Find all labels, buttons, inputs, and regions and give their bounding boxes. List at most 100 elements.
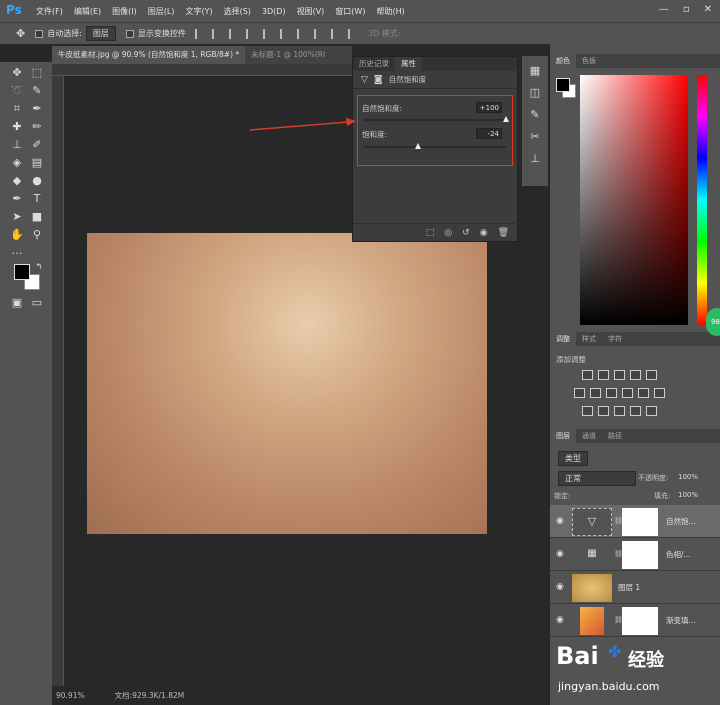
levels-icon[interactable] bbox=[598, 370, 609, 380]
tab-channels[interactable]: 通道 bbox=[576, 429, 602, 443]
curves-icon[interactable] bbox=[614, 370, 625, 380]
more-tools-icon[interactable]: … bbox=[10, 244, 24, 258]
tab-adjustments[interactable]: 调整 bbox=[550, 332, 576, 346]
auto-select-dropdown[interactable]: 图层 bbox=[85, 26, 116, 41]
vibrance-value[interactable]: +100 bbox=[476, 102, 502, 113]
kraft-paper-canvas[interactable] bbox=[87, 233, 487, 534]
swap-colors-icon[interactable]: ↰ bbox=[32, 260, 46, 274]
marquee-tool-icon[interactable]: ⬚ bbox=[30, 66, 44, 80]
menu-select[interactable]: 选择(S) bbox=[224, 6, 251, 17]
tab-paths[interactable]: 路径 bbox=[602, 429, 628, 443]
pen-tool-icon[interactable]: ✒ bbox=[10, 192, 24, 206]
brush-tool-icon[interactable]: ✏ bbox=[30, 120, 44, 134]
distribute-icon[interactable] bbox=[296, 28, 305, 39]
menu-help[interactable]: 帮助(H) bbox=[376, 6, 404, 17]
screen-mode-icon[interactable]: ▭ bbox=[30, 296, 44, 310]
layer-mask-thumb[interactable] bbox=[622, 541, 658, 569]
layer-filter-dropdown[interactable]: 类型 bbox=[558, 451, 588, 466]
foreground-color-swatch[interactable] bbox=[556, 78, 570, 92]
align-left-icon[interactable] bbox=[194, 28, 203, 39]
show-transform-checkbox[interactable] bbox=[125, 29, 134, 38]
hue-slider[interactable] bbox=[697, 75, 707, 325]
eye-icon[interactable]: ◉ bbox=[556, 582, 564, 592]
black-white-icon[interactable] bbox=[606, 388, 617, 398]
menu-type[interactable]: 文字(Y) bbox=[185, 6, 212, 17]
crop-tool-icon[interactable]: ⌗ bbox=[10, 102, 24, 116]
menu-edit[interactable]: 编辑(E) bbox=[74, 6, 101, 17]
vibrance-adj-icon[interactable] bbox=[646, 370, 657, 380]
layer-mask-thumb[interactable] bbox=[622, 607, 658, 635]
layer-row-image[interactable]: ◉ 图层 1 bbox=[550, 571, 720, 604]
auto-select-checkbox[interactable] bbox=[35, 29, 44, 38]
channel-mixer-icon[interactable] bbox=[638, 388, 649, 398]
tab-history[interactable]: 历史记录 bbox=[353, 57, 395, 71]
eye-icon[interactable]: ◉ bbox=[556, 549, 564, 559]
quick-mask-icon[interactable]: ▣ bbox=[10, 296, 24, 310]
layer-mask-thumb[interactable] bbox=[622, 508, 658, 536]
menu-layer[interactable]: 图层(L) bbox=[148, 6, 175, 17]
maximize-icon[interactable]: ▫ bbox=[683, 4, 690, 15]
tab-layers[interactable]: 图层 bbox=[550, 429, 576, 443]
tab-swatches[interactable]: 色板 bbox=[576, 54, 602, 68]
tool-presets-icon[interactable]: ✂ bbox=[528, 130, 542, 144]
menu-file[interactable]: 文件(F) bbox=[36, 6, 63, 17]
align-top-icon[interactable] bbox=[245, 28, 254, 39]
eraser-tool-icon[interactable]: ◈ bbox=[10, 156, 24, 170]
blend-mode-dropdown[interactable]: 正常 bbox=[558, 471, 636, 486]
distribute-h-icon[interactable] bbox=[313, 28, 322, 39]
tab-document-2[interactable]: 未标题-1 @ 100%(RGB bbox=[245, 46, 325, 64]
history-brush-icon[interactable]: ✐ bbox=[30, 138, 44, 152]
align-center-icon[interactable] bbox=[211, 28, 220, 39]
reset-icon[interactable]: ↺ bbox=[462, 228, 470, 238]
selective-color-icon[interactable] bbox=[646, 406, 657, 416]
lasso-tool-icon[interactable]: ➰ bbox=[10, 84, 24, 98]
layer-row-vibrance[interactable]: ◉ ▽ ⛓ 自然饱... bbox=[550, 505, 720, 538]
gradient-map-icon[interactable] bbox=[630, 406, 641, 416]
shape-tool-icon[interactable]: ■ bbox=[30, 210, 44, 224]
layer-comps-icon[interactable]: ▦ bbox=[528, 64, 542, 78]
healing-brush-icon[interactable]: ✚ bbox=[10, 120, 24, 134]
menu-image[interactable]: 图像(I) bbox=[112, 6, 137, 17]
move-tool-icon[interactable]: ✥ bbox=[10, 66, 24, 80]
eye-icon[interactable]: ◉ bbox=[556, 615, 564, 625]
gradient-tool-icon[interactable]: ▤ bbox=[30, 156, 44, 170]
invert-icon[interactable] bbox=[582, 406, 593, 416]
eye-icon[interactable]: ◉ bbox=[556, 516, 564, 526]
color-balance-icon[interactable] bbox=[590, 388, 601, 398]
move-tool-icon[interactable]: ✥ bbox=[16, 27, 25, 40]
stamp-tool-icon[interactable]: ⊥ bbox=[10, 138, 24, 152]
tab-document-1[interactable]: 牛皮纸素材.jpg @ 90.9% (自然饱和度 1, RGB/8#) * bbox=[52, 46, 246, 64]
hand-tool-icon[interactable]: ✋ bbox=[10, 228, 24, 242]
blur-tool-icon[interactable]: ◆ bbox=[10, 174, 24, 188]
align-bottom-icon[interactable] bbox=[279, 28, 288, 39]
saturation-value[interactable]: -24 bbox=[476, 128, 502, 139]
tab-properties[interactable]: 属性 bbox=[395, 57, 422, 71]
tab-character[interactable]: 字符 bbox=[602, 332, 628, 346]
saturation-slider-track[interactable] bbox=[364, 146, 506, 148]
zoom-level[interactable]: 90.91% bbox=[56, 691, 85, 700]
saturation-slider-thumb[interactable] bbox=[414, 143, 421, 149]
brightness-icon[interactable] bbox=[582, 370, 593, 380]
delete-icon[interactable]: 🗑 bbox=[498, 228, 509, 238]
threshold-icon[interactable] bbox=[614, 406, 625, 416]
view-prev-icon[interactable]: ◎ bbox=[444, 228, 452, 238]
photo-filter-icon[interactable] bbox=[622, 388, 633, 398]
mask-icon[interactable]: ◙ bbox=[374, 75, 383, 85]
hue-sat-icon[interactable] bbox=[574, 388, 585, 398]
exposure-icon[interactable] bbox=[630, 370, 641, 380]
path-select-icon[interactable]: ➤ bbox=[10, 210, 24, 224]
clone-source-icon[interactable]: ⊥ bbox=[528, 152, 542, 166]
color-field[interactable] bbox=[580, 75, 688, 325]
zoom-tool-icon[interactable]: ⚲ bbox=[30, 228, 44, 242]
menu-view[interactable]: 视图(V) bbox=[297, 6, 325, 17]
adjust-icon[interactable]: ◫ bbox=[528, 86, 542, 100]
tab-styles[interactable]: 样式 bbox=[576, 332, 602, 346]
align-middle-icon[interactable] bbox=[262, 28, 271, 39]
layer-row-hue-sat[interactable]: ◉ ▦ ⛓ 色相/... bbox=[550, 538, 720, 571]
menu-3d[interactable]: 3D(D) bbox=[262, 7, 286, 16]
dodge-tool-icon[interactable]: ● bbox=[30, 174, 44, 188]
close-icon[interactable]: ✕ bbox=[704, 4, 712, 15]
posterize-icon[interactable] bbox=[598, 406, 609, 416]
quick-select-icon[interactable]: ✎ bbox=[30, 84, 44, 98]
visibility-icon[interactable]: ◉ bbox=[480, 228, 488, 238]
